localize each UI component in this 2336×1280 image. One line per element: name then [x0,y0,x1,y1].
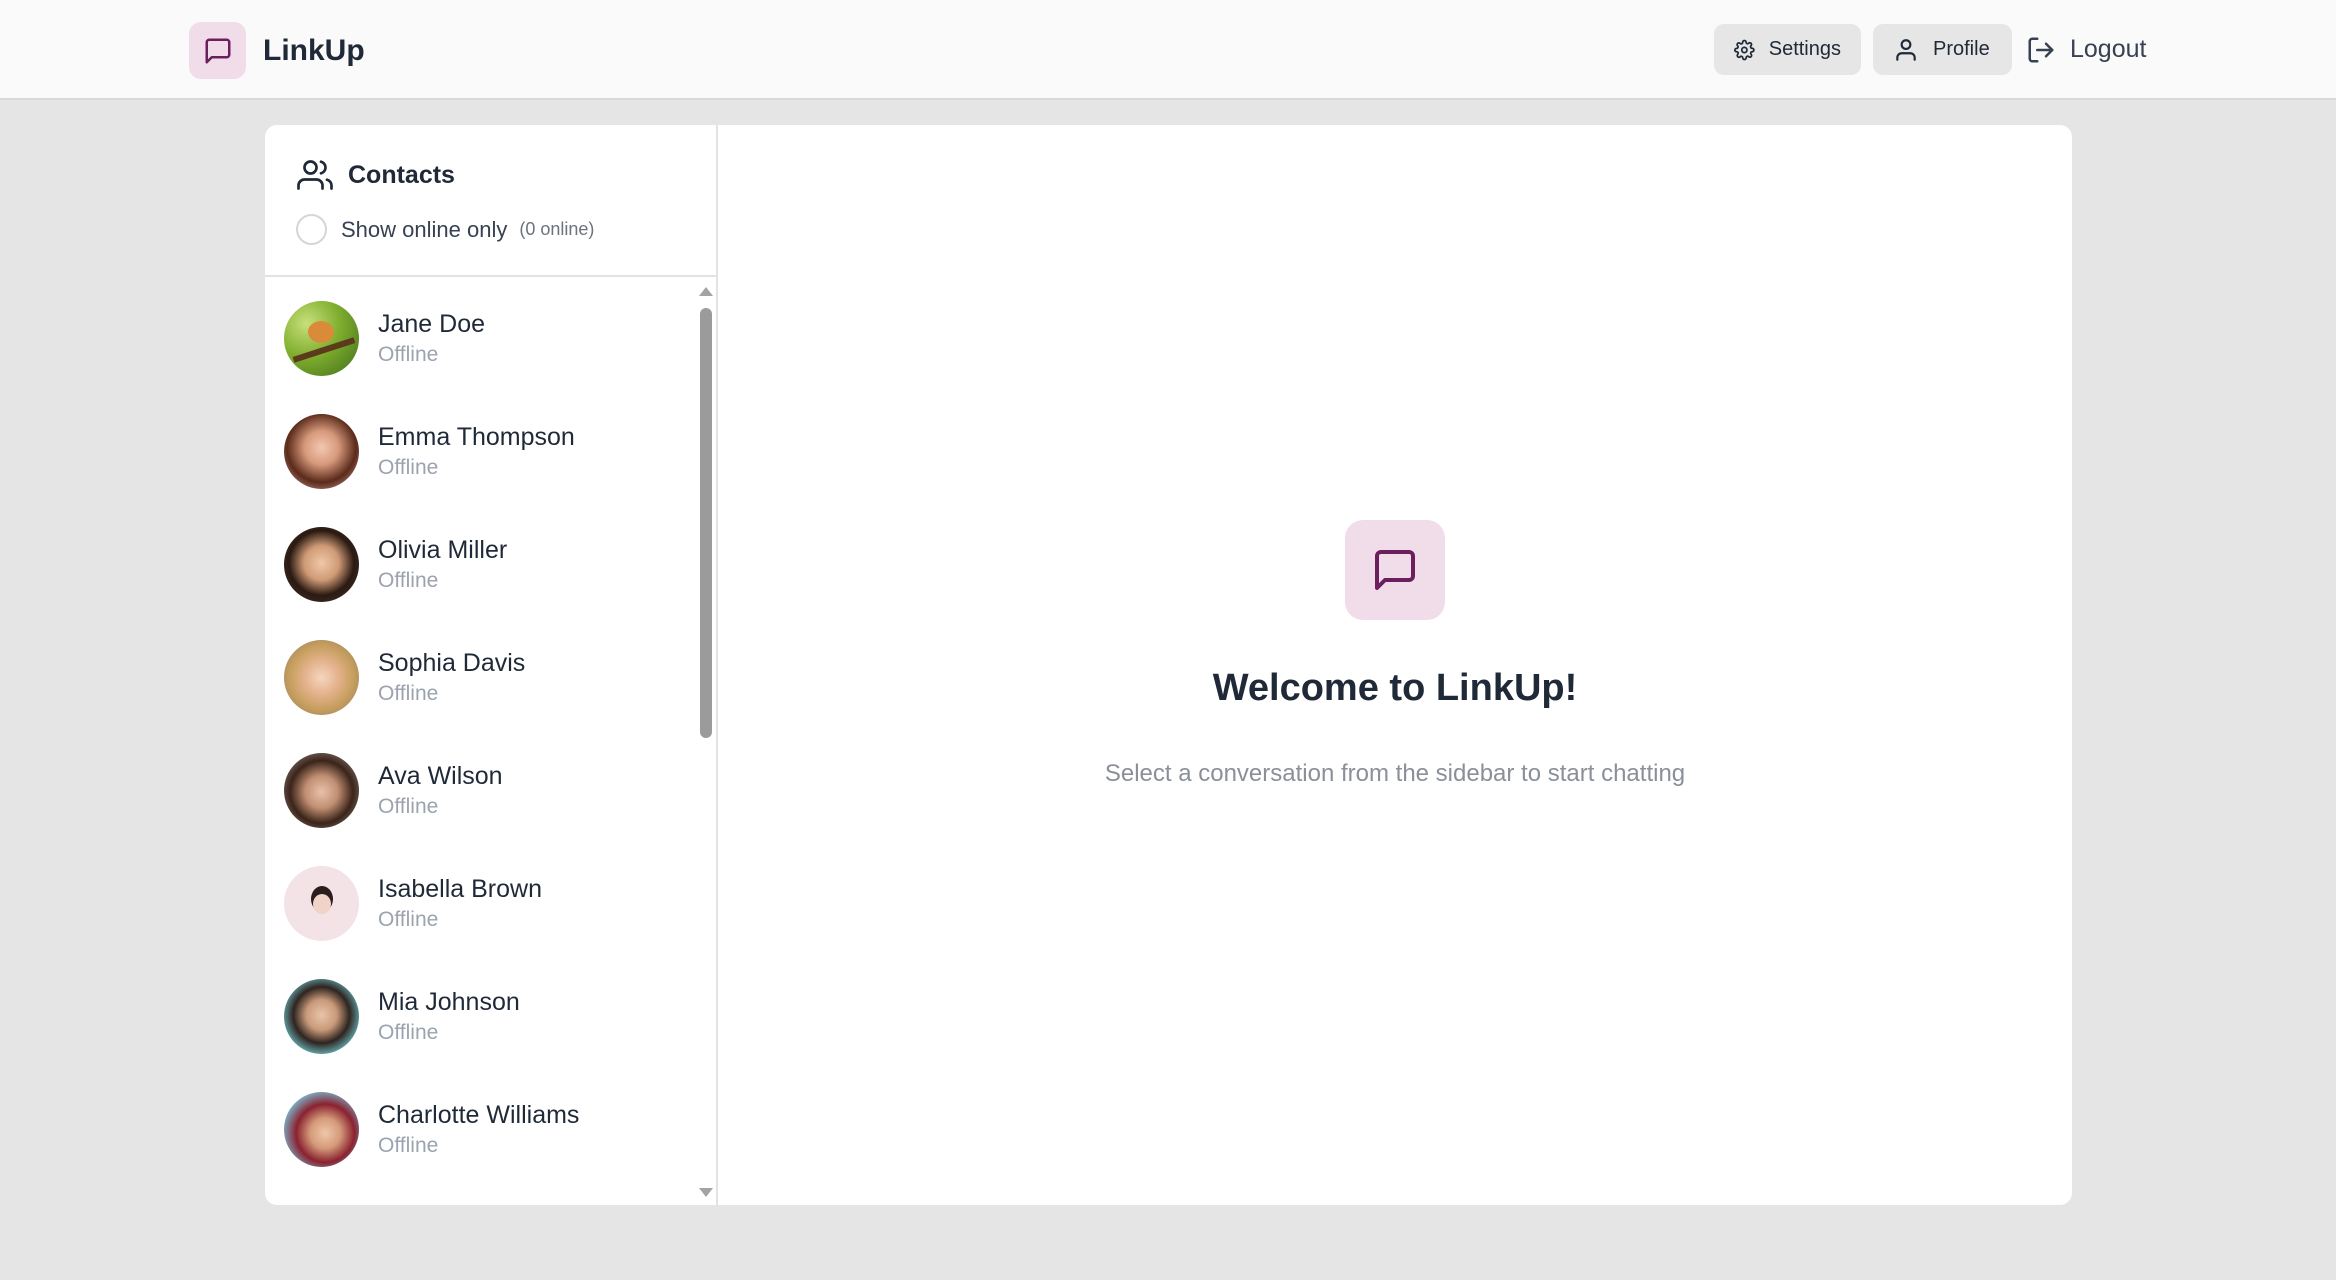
settings-label: Settings [1768,38,1841,60]
avatar [284,979,359,1054]
avatar [284,640,359,715]
contact-item[interactable]: Olivia Miller Offline [265,508,695,621]
contact-name: Olivia Miller [378,535,508,564]
app-name: LinkUp [263,33,365,67]
contact-name: Sophia Davis [378,648,526,677]
contacts-scrollbar[interactable] [697,287,714,1197]
avatar [284,301,359,376]
avatar [284,1092,359,1167]
users-icon [297,160,333,190]
logout-icon [2028,37,2054,62]
contacts-heading: Contacts [297,157,455,193]
contact-name: Emma Thompson [378,422,575,451]
contact-status: Offline [378,907,439,931]
online-only-toggle[interactable] [296,214,327,245]
contact-item[interactable]: Mia Johnson Offline [265,960,695,1073]
scrollbar-thumb[interactable] [700,308,712,738]
online-filter: Show online only (0 online) [296,214,594,245]
contact-status: Offline [378,1133,439,1157]
brand-logo-link[interactable]: LinkUp [189,22,365,79]
top-navbar: LinkUp Settings Profile Logout [0,0,2336,100]
avatar [284,753,359,828]
contact-status: Offline [378,455,439,479]
contact-item[interactable]: Ava Wilson Offline [265,734,695,847]
user-icon [1896,38,1916,61]
profile-label: Profile [1933,38,1990,60]
avatar [284,527,359,602]
contact-status: Offline [378,681,439,705]
contacts-sidebar: Contacts Show online only (0 online) Jan… [265,125,718,1205]
profile-button[interactable]: Profile [1873,24,2012,75]
chat-bubble-icon [189,22,246,79]
contacts-list[interactable]: Jane Doe Offline Emma Thompson Offline O… [265,279,716,1205]
contact-item[interactable]: Isabella Brown Offline [265,847,695,960]
contacts-title: Contacts [348,160,455,189]
contact-name: Charlotte Williams [378,1100,580,1129]
contact-status: Offline [378,1020,439,1044]
scroll-up-arrow-icon[interactable] [699,287,713,296]
contact-status: Offline [378,568,439,592]
welcome-subtitle: Select a conversation from the sidebar t… [1104,760,1686,787]
chat-container: Contacts Show online only (0 online) Jan… [265,125,2072,1205]
online-count: (0 online) [519,219,595,239]
chat-welcome-panel: Welcome to LinkUp! Select a conversation… [718,125,2072,1205]
contact-item[interactable]: Jane Doe Offline [265,282,695,395]
contact-name: Jane Doe [378,309,486,338]
scroll-down-arrow-icon[interactable] [699,1188,713,1197]
contact-item[interactable]: Sophia Davis Offline [265,621,695,734]
logout-button[interactable]: Logout [2026,35,2146,65]
contact-status: Offline [378,342,439,366]
gear-icon [1734,39,1755,60]
contact-item[interactable]: Charlotte Williams Offline [265,1073,695,1186]
contact-status: Offline [378,794,439,818]
avatar [284,414,359,489]
logout-label: Logout [2070,35,2147,63]
header-actions: Settings Profile Logout [1714,24,2146,75]
avatar [284,866,359,941]
chat-bubble-icon [1345,520,1445,620]
contact-name: Isabella Brown [378,874,542,903]
settings-button[interactable]: Settings [1714,24,1861,75]
contact-name: Mia Johnson [378,987,520,1016]
online-only-label[interactable]: Show online only [341,217,507,243]
contact-item[interactable]: Emma Thompson Offline [265,395,695,508]
sidebar-header: Contacts Show online only (0 online) [265,125,716,277]
welcome-title: Welcome to LinkUp! [1212,667,1578,709]
contact-name: Ava Wilson [378,761,503,790]
